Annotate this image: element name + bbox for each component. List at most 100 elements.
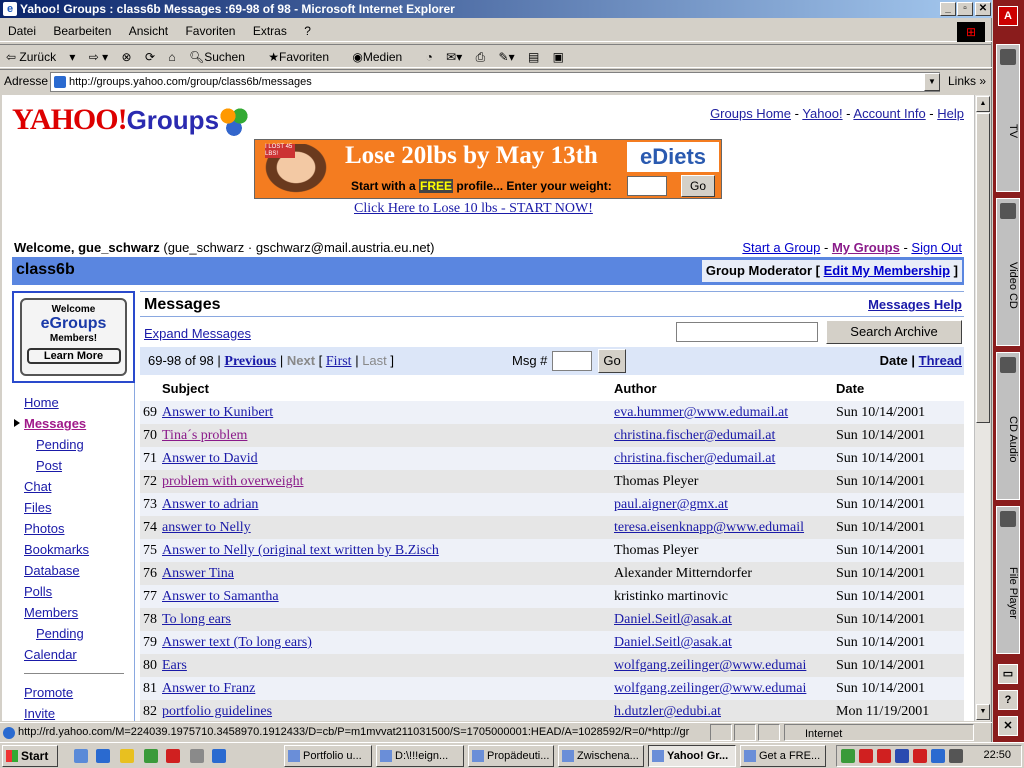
app-quick-icon[interactable] — [144, 749, 158, 763]
sidebar-item-bookmarks[interactable]: Bookmarks — [24, 539, 124, 560]
sidebar-item-members[interactable]: Members — [24, 602, 124, 623]
start-button[interactable]: Start — [2, 745, 58, 767]
expand-messages-link[interactable]: Expand Messages — [144, 326, 251, 341]
taskbar-task[interactable]: D:\!!!eign... — [376, 745, 464, 767]
sidebar-item-invite[interactable]: Invite — [24, 703, 124, 721]
menu-file[interactable]: Datei — [8, 24, 36, 38]
mail-icon[interactable]: ✉▾ — [446, 50, 462, 64]
tray-icon[interactable] — [913, 749, 927, 763]
tray-icon[interactable] — [931, 749, 945, 763]
ie-quick-icon[interactable] — [96, 749, 110, 763]
dock-logo-icon[interactable]: A — [998, 6, 1018, 26]
sidebar-item-promote[interactable]: Promote — [24, 682, 124, 703]
messages-help-link[interactable]: Messages Help — [868, 297, 962, 312]
taskbar-task[interactable]: Zwischena... — [558, 745, 644, 767]
dock-video-cd-button[interactable]: Video CD — [996, 198, 1020, 346]
ad-banner[interactable]: I LOST 45 LBS! Lose 20lbs by May 13th eD… — [254, 139, 722, 199]
message-subject-link[interactable]: Answer to Kunibert — [162, 401, 273, 424]
title-bar[interactable]: e Yahoo! Groups : class6b Messages :69-9… — [0, 0, 992, 18]
dock-close-icon[interactable]: ✕ — [998, 716, 1018, 736]
sidebar-item-pending[interactable]: Pending — [24, 434, 124, 455]
tray-volume-icon[interactable] — [949, 749, 963, 763]
message-author[interactable]: teresa.eisenknapp@www.edumail — [614, 516, 822, 539]
help-link[interactable]: Help — [937, 106, 964, 121]
taskbar-task[interactable]: Yahoo! Gr... — [648, 745, 736, 767]
menu-tools[interactable]: Extras — [253, 24, 287, 38]
message-subject-link[interactable]: Answer to Nelly (original text written b… — [162, 539, 439, 562]
sidebar-item-messages[interactable]: Messages — [14, 413, 124, 434]
scroll-up-icon[interactable]: ▲ — [976, 96, 990, 112]
close-button[interactable]: ✕ — [975, 2, 991, 16]
forward-button[interactable]: ⇨ ▾ — [89, 50, 108, 64]
search-button[interactable]: 🔍︎Suchen — [189, 50, 255, 64]
restore-button[interactable]: ▫ — [957, 2, 973, 16]
stop-icon[interactable]: ⊗ — [122, 50, 132, 64]
dock-window-icon[interactable]: ▭ — [998, 664, 1018, 684]
desktop-icon[interactable] — [74, 749, 88, 763]
vertical-scrollbar[interactable]: ▲ ▼ — [974, 95, 990, 721]
dock-tv-button[interactable]: TV — [996, 44, 1020, 192]
menu-help[interactable]: ? — [304, 24, 311, 38]
tray-icon[interactable] — [877, 749, 891, 763]
dock-help-icon[interactable]: ? — [998, 690, 1018, 710]
start-group-link[interactable]: Start a Group — [742, 240, 820, 255]
edit-membership-link[interactable]: Edit My Membership — [824, 263, 950, 278]
tray-icon[interactable] — [841, 749, 855, 763]
sign-out-link[interactable]: Sign Out — [911, 240, 962, 255]
history-icon[interactable]: ◔ — [426, 50, 433, 64]
message-subject-link[interactable]: Answer to David — [162, 447, 258, 470]
taskbar-task[interactable]: Get a FRE... — [740, 745, 826, 767]
message-subject-link[interactable]: Answer to adrian — [162, 493, 258, 516]
messenger-icon[interactable]: ▣ — [553, 50, 564, 64]
message-author[interactable]: paul.aigner@gmx.at — [614, 493, 822, 516]
menu-favorites[interactable]: Favoriten — [185, 24, 235, 38]
scroll-thumb[interactable] — [976, 113, 990, 423]
sidebar-item-files[interactable]: Files — [24, 497, 124, 518]
message-author[interactable]: wolfgang.zeilinger@www.edumai — [614, 677, 822, 700]
sidebar-item-calendar[interactable]: Calendar — [24, 644, 124, 665]
tray-language-icon[interactable] — [895, 749, 909, 763]
my-groups-link[interactable]: My Groups — [832, 240, 900, 255]
sidebar-item-photos[interactable]: Photos — [24, 518, 124, 539]
search-archive-input[interactable] — [676, 322, 818, 342]
dock-cd-audio-button[interactable]: CD Audio — [996, 352, 1020, 500]
app3-quick-icon[interactable] — [190, 749, 204, 763]
app4-quick-icon[interactable] — [212, 749, 226, 763]
message-subject-link[interactable]: problem with overweight — [162, 470, 304, 493]
message-author[interactable]: h.dutzler@edubi.at — [614, 700, 822, 721]
message-author[interactable]: Daniel.Seitl@asak.at — [614, 631, 822, 654]
msg-number-input[interactable] — [552, 351, 592, 371]
message-author[interactable]: Daniel.Seitl@asak.at — [614, 608, 822, 631]
minimize-button[interactable]: _ — [940, 2, 956, 16]
discuss-icon[interactable]: ▤ — [528, 50, 539, 64]
links-button[interactable]: Links » — [948, 70, 986, 92]
yahoo-groups-logo[interactable]: YAHOO!Groups — [12, 103, 250, 138]
sidebar-item-post[interactable]: Post — [24, 455, 124, 476]
taskbar-task[interactable]: Propädeuti... — [468, 745, 554, 767]
account-info-link[interactable]: Account Info — [853, 106, 925, 121]
home-icon[interactable]: ⌂ — [168, 50, 175, 64]
message-author[interactable]: wolfgang.zeilinger@www.edumai — [614, 654, 822, 677]
dock-file-player-button[interactable]: File Player — [996, 506, 1020, 654]
taskbar-task[interactable]: Portfolio u... — [284, 745, 372, 767]
message-subject-link[interactable]: Answer Tina — [162, 562, 234, 585]
address-input[interactable]: http://groups.yahoo.com/group/class6b/me… — [50, 72, 940, 92]
message-author[interactable]: eva.hummer@www.edumail.at — [614, 401, 822, 424]
groups-home-link[interactable]: Groups Home — [710, 106, 791, 121]
message-author[interactable]: christina.fischer@edumail.at — [614, 424, 822, 447]
sidebar-item-home[interactable]: Home — [24, 392, 124, 413]
edit-icon[interactable]: ✎▾ — [499, 50, 515, 64]
sidebar-item-pending[interactable]: Pending — [24, 623, 124, 644]
folder-quick-icon[interactable] — [120, 749, 134, 763]
msg-go-button[interactable]: Go — [598, 349, 626, 373]
sidebar-item-chat[interactable]: Chat — [24, 476, 124, 497]
ad-weight-input[interactable] — [627, 176, 667, 196]
message-subject-link[interactable]: Answer to Franz — [162, 677, 255, 700]
search-archive-button[interactable]: Search Archive — [826, 320, 962, 344]
refresh-icon[interactable]: ⟳ — [145, 50, 155, 64]
sidebar-item-polls[interactable]: Polls — [24, 581, 124, 602]
previous-link[interactable]: Previous — [224, 354, 276, 369]
print-icon[interactable]: ⎙ — [476, 50, 486, 64]
ad-go-button[interactable]: Go — [681, 175, 715, 197]
message-subject-link[interactable]: answer to Nelly — [162, 516, 251, 539]
